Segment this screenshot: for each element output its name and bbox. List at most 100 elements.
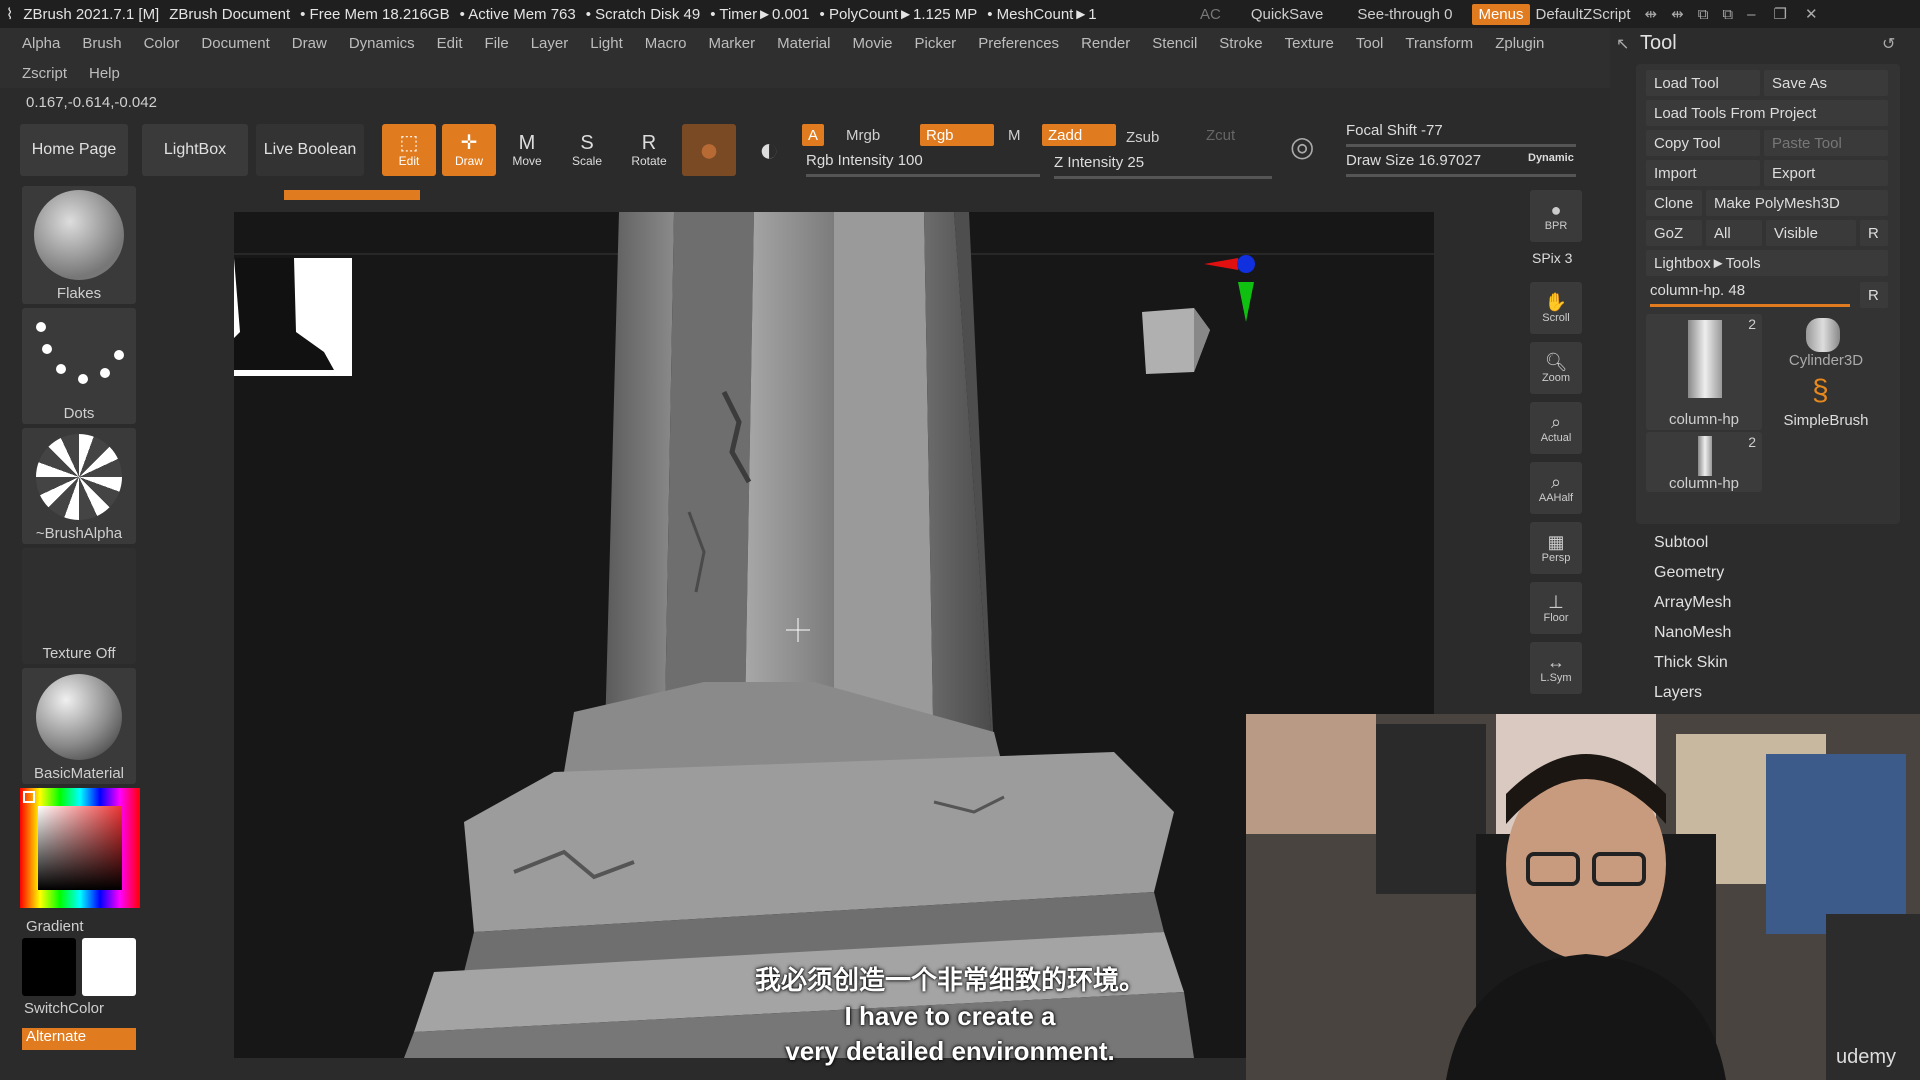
m-toggle[interactable]: M <box>1002 124 1027 146</box>
persp-button[interactable]: ▦ Persp <box>1530 522 1582 574</box>
menu-zscript[interactable]: Zscript <box>22 65 67 82</box>
material-selector[interactable]: BasicMaterial <box>22 668 136 784</box>
color-picker-square[interactable] <box>38 806 122 890</box>
menu-help[interactable]: Help <box>89 65 120 82</box>
scale-button[interactable]: S Scale <box>560 124 614 176</box>
gyro-button[interactable]: ◐ <box>742 124 796 176</box>
load-from-project-button[interactable]: Load Tools From Project <box>1646 100 1888 126</box>
floor-button[interactable]: ⊥ Floor <box>1530 582 1582 634</box>
goz-r-button[interactable]: R <box>1860 220 1888 246</box>
menu-picker[interactable]: Picker <box>915 35 957 52</box>
gradient-label[interactable]: Gradient <box>26 918 84 935</box>
live-boolean-button[interactable]: Live Boolean <box>256 124 364 176</box>
stroke-selector[interactable]: Dots <box>22 308 136 424</box>
move-button[interactable]: M Move <box>500 124 554 176</box>
menu-stroke[interactable]: Stroke <box>1219 35 1262 52</box>
texture-selector[interactable]: Texture Off <box>22 548 136 664</box>
menu-macro[interactable]: Macro <box>645 35 687 52</box>
lazy-mouse-icon[interactable]: ◎ <box>1290 130 1314 163</box>
lightbox-button[interactable]: LightBox <box>142 124 248 176</box>
section-layers[interactable]: Layers <box>1654 684 1702 702</box>
zsub-toggle[interactable]: Zsub <box>1120 126 1165 148</box>
menu-render[interactable]: Render <box>1081 35 1130 52</box>
menu-marker[interactable]: Marker <box>708 35 755 52</box>
actual-button[interactable]: ⌕ Actual <box>1530 402 1582 454</box>
ac-button[interactable]: AC <box>1200 6 1221 23</box>
menu-document[interactable]: Document <box>201 35 269 52</box>
tool-thumb-column-hp[interactable]: 2 column-hp <box>1646 314 1762 430</box>
lightbox-tools-button[interactable]: Lightbox►Tools <box>1646 250 1888 276</box>
section-nanomesh[interactable]: NanoMesh <box>1654 624 1731 642</box>
goz-button[interactable]: GoZ <box>1646 220 1702 246</box>
menu-file[interactable]: File <box>485 35 509 52</box>
palette-reset-icon[interactable]: ↺ <box>1882 34 1895 54</box>
z-intensity-slider[interactable]: Z Intensity 25 <box>1054 154 1272 179</box>
tool-slider[interactable]: column-hp. 48 <box>1650 282 1850 307</box>
see-through-slider[interactable]: See-through 0 <box>1357 6 1452 23</box>
clone-button[interactable]: Clone <box>1646 190 1702 216</box>
section-arraymesh[interactable]: ArrayMesh <box>1654 594 1731 612</box>
menu-preferences[interactable]: Preferences <box>978 35 1059 52</box>
tool-thumb-simplebrush[interactable]: § SimpleBrush <box>1766 374 1886 430</box>
quicksave-button[interactable]: QuickSave <box>1251 6 1324 23</box>
copy-tool-button[interactable]: Copy Tool <box>1646 130 1760 156</box>
default-zscript[interactable]: DefaultZScript <box>1536 6 1631 23</box>
menu-stencil[interactable]: Stencil <box>1152 35 1197 52</box>
make-polymesh-button[interactable]: Make PolyMesh3D <box>1706 190 1888 216</box>
focal-shift-slider[interactable]: Focal Shift -77 <box>1346 122 1576 147</box>
a-toggle[interactable]: A <box>802 124 825 146</box>
rgb-intensity-slider[interactable]: Rgb Intensity 100 <box>806 152 1040 177</box>
color-picker[interactable] <box>20 788 140 908</box>
switch-color-button[interactable]: SwitchColor <box>24 1000 104 1017</box>
aahalf-button[interactable]: ⌕ AAHalf <box>1530 462 1582 514</box>
ui-swap-icon[interactable]: ⧉ <box>1698 6 1709 23</box>
draw-button[interactable]: ✛ Draw <box>442 124 496 176</box>
main-color-swatch[interactable] <box>22 938 76 996</box>
menu-movie[interactable]: Movie <box>852 35 892 52</box>
tool-slider-r-button[interactable]: R <box>1860 282 1888 308</box>
close-icon[interactable]: ✕ <box>1805 5 1818 23</box>
menu-texture[interactable]: Texture <box>1285 35 1334 52</box>
tool-thumb-cylinder3d[interactable]: Cylinder3D <box>1766 314 1886 370</box>
menu-edit[interactable]: Edit <box>437 35 463 52</box>
home-page-button[interactable]: Home Page <box>20 124 128 176</box>
ui-swap-alt-icon[interactable]: ⧉ <box>1722 6 1733 23</box>
mrgb-toggle[interactable]: Mrgb <box>840 124 886 146</box>
menu-brush[interactable]: Brush <box>82 35 121 52</box>
tool-thumb-column-hp-2[interactable]: 2 column-hp <box>1646 432 1762 492</box>
menu-material[interactable]: Material <box>777 35 830 52</box>
section-geometry[interactable]: Geometry <box>1654 564 1724 582</box>
menu-draw[interactable]: Draw <box>292 35 327 52</box>
spix-slider[interactable]: SPix 3 <box>1532 250 1572 266</box>
menu-alpha[interactable]: Alpha <box>22 35 60 52</box>
rotate-button[interactable]: R Rotate <box>622 124 676 176</box>
export-button[interactable]: Export <box>1764 160 1888 186</box>
zoom-button[interactable]: 🔍︎ Zoom <box>1530 342 1582 394</box>
section-thick-skin[interactable]: Thick Skin <box>1654 654 1728 672</box>
palette-pin-icon[interactable]: ↖ <box>1616 34 1629 54</box>
zcut-toggle[interactable]: Zcut <box>1200 124 1241 146</box>
scroll-button[interactable]: ✋ Scroll <box>1530 282 1582 334</box>
layout-alt-icon[interactable]: ⇹ <box>1671 5 1684 23</box>
section-subtool[interactable]: Subtool <box>1654 534 1708 552</box>
material-sphere-button[interactable]: ● <box>682 124 736 176</box>
minimize-icon[interactable]: – <box>1747 6 1755 23</box>
save-as-button[interactable]: Save As <box>1764 70 1888 96</box>
rgb-toggle[interactable]: Rgb <box>920 124 994 146</box>
lsym-button[interactable]: ↔ L.Sym <box>1530 642 1582 694</box>
alpha-selector[interactable]: ~BrushAlpha <box>22 428 136 544</box>
bpr-button[interactable]: ● BPR <box>1530 190 1582 242</box>
menu-layer[interactable]: Layer <box>531 35 569 52</box>
menu-tool[interactable]: Tool <box>1356 35 1384 52</box>
menu-light[interactable]: Light <box>590 35 623 52</box>
brush-selector[interactable]: Flakes <box>22 186 136 304</box>
restore-icon[interactable]: ❐ <box>1773 5 1786 23</box>
secondary-color-swatch[interactable] <box>82 938 136 996</box>
menus-button[interactable]: Menus <box>1472 3 1530 25</box>
layout-icon[interactable]: ⇹ <box>1645 5 1658 23</box>
menu-dynamics[interactable]: Dynamics <box>349 35 415 52</box>
zadd-toggle[interactable]: Zadd <box>1042 124 1116 146</box>
import-button[interactable]: Import <box>1646 160 1760 186</box>
goz-all-button[interactable]: All <box>1706 220 1762 246</box>
load-tool-button[interactable]: Load Tool <box>1646 70 1760 96</box>
